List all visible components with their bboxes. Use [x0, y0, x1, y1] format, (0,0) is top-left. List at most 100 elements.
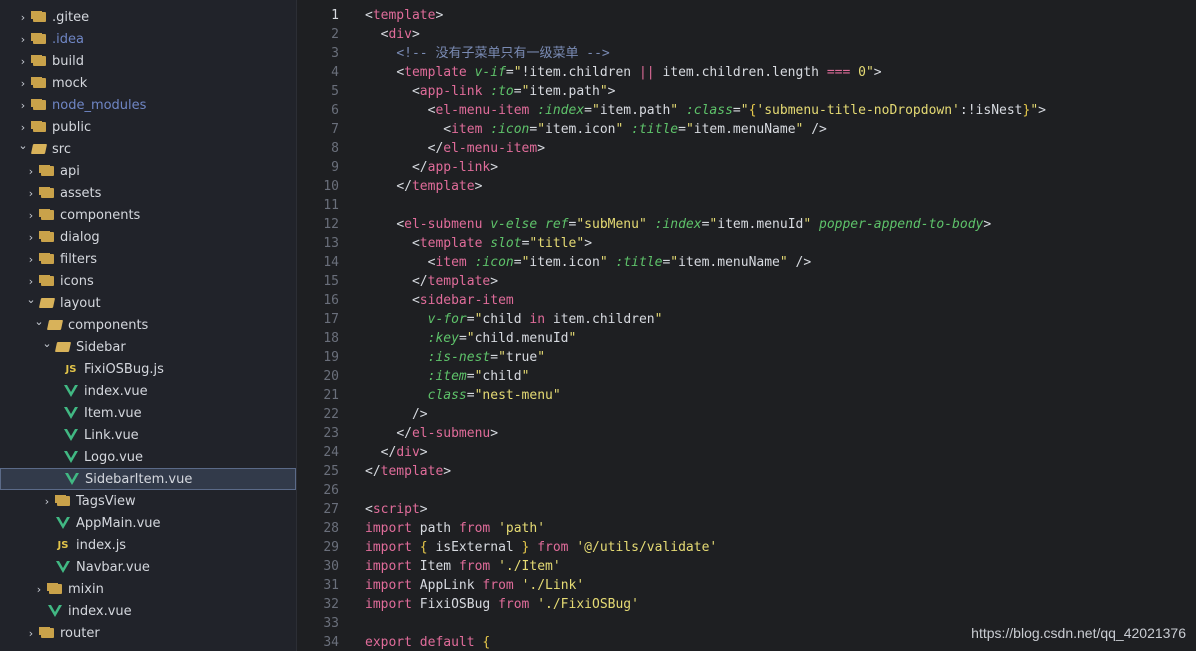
tree-file[interactable]: Link.vue — [0, 424, 296, 446]
tree-file[interactable]: AppMain.vue — [0, 512, 296, 534]
code-line[interactable]: 22 /> — [297, 405, 1196, 424]
code-line[interactable]: 18 :key="child.menuId" — [297, 329, 1196, 348]
code-line[interactable]: 14 <item :icon="item.icon" :title="item.… — [297, 253, 1196, 272]
chevron-down-icon[interactable]: ⌄ — [32, 315, 46, 328]
code-line[interactable]: 20 :item="child" — [297, 367, 1196, 386]
tree-folder[interactable]: ⌄ components — [0, 314, 296, 336]
code-token: /> — [411, 407, 428, 422]
code-line[interactable]: 7 <item :icon="item.icon" :title="item.m… — [297, 120, 1196, 139]
code-token: import — [365, 559, 412, 574]
tree-folder[interactable]: › components — [0, 204, 296, 226]
code-line[interactable]: 3 <!-- 没有子菜单只有一级菜单 --> — [297, 44, 1196, 63]
code-line[interactable]: 24 </div> — [297, 443, 1196, 462]
code-editor[interactable]: 1 <template> 2 <div> 3 <!-- 没有子菜单只有一级菜单 -->… — [297, 0, 1196, 651]
code-line[interactable]: 21 class="nest-menu" — [297, 386, 1196, 405]
chevron-right-icon[interactable]: › — [24, 187, 38, 200]
tree-folder[interactable]: › TagsView — [0, 490, 296, 512]
code-line[interactable]: 23 </el-submenu> — [297, 424, 1196, 443]
line-number: 6 — [331, 103, 339, 118]
chevron-right-icon[interactable]: › — [16, 99, 30, 112]
code-line[interactable]: 29 import { isExternal } from '@/utils/va… — [297, 538, 1196, 557]
tree-file[interactable]: index.vue — [0, 380, 296, 402]
tree-folder[interactable]: › api — [0, 160, 296, 182]
code-line[interactable]: 11 — [297, 196, 1196, 215]
code-line[interactable]: 13 <template slot="title"> — [297, 234, 1196, 253]
code-line[interactable]: 31 import AppLink from './Link' — [297, 576, 1196, 595]
line-number: 14 — [323, 255, 339, 270]
code-token: > — [435, 8, 444, 23]
tree-folder[interactable]: › mock — [0, 72, 296, 94]
chevron-right-icon[interactable]: › — [16, 77, 30, 90]
chevron-down-icon[interactable]: ⌄ — [16, 139, 30, 152]
code-line[interactable]: 1 <template> — [297, 6, 1196, 25]
chevron-right-icon[interactable]: › — [16, 55, 30, 68]
tree-folder[interactable]: › .idea — [0, 28, 296, 50]
code-line[interactable]: 6 <el-menu-item :index="item.path" :clas… — [297, 101, 1196, 120]
code-line[interactable]: 15 </template> — [297, 272, 1196, 291]
chevron-down-icon[interactable]: ⌄ — [40, 337, 54, 350]
code-line[interactable]: 28 import path from 'path' — [297, 519, 1196, 538]
tree-file[interactable]: Item.vue — [0, 402, 296, 424]
code-line[interactable]: 25 </template> — [297, 462, 1196, 481]
code-text: <item :icon="item.icon" :title="item.men… — [365, 120, 827, 139]
tree-folder[interactable]: › public — [0, 116, 296, 138]
code-line[interactable]: 32 import FixiOSBug from './FixiOSBug' — [297, 595, 1196, 614]
tree-folder[interactable]: › icons — [0, 270, 296, 292]
code-line[interactable]: 9 </app-link> — [297, 158, 1196, 177]
chevron-right-icon[interactable]: › — [24, 253, 38, 266]
code-line[interactable]: 17 v-for="child in item.children" — [297, 310, 1196, 329]
tree-file[interactable]: JS index.js — [0, 534, 296, 556]
tree-folder[interactable]: › router — [0, 622, 296, 644]
tree-folder[interactable]: ⌄ layout — [0, 292, 296, 314]
code-line[interactable]: 26 — [297, 481, 1196, 500]
tree-folder[interactable]: ⌄ Sidebar — [0, 336, 296, 358]
chevron-right-icon[interactable]: › — [16, 33, 30, 46]
tree-file[interactable]: JS FixiOSBug.js — [0, 358, 296, 380]
tree-file[interactable]: index.vue — [0, 600, 296, 622]
chevron-right-icon[interactable]: › — [16, 11, 30, 24]
code-line[interactable]: 19 :is-nest="true" — [297, 348, 1196, 367]
tree-file[interactable]: Navbar.vue — [0, 556, 296, 578]
tree-folder[interactable]: › mixin — [0, 578, 296, 600]
chevron-right-icon[interactable]: › — [24, 275, 38, 288]
chevron-right-icon[interactable]: › — [24, 165, 38, 178]
code-line[interactable]: 10 </template> — [297, 177, 1196, 196]
code-token: " — [615, 122, 632, 137]
chevron-right-icon[interactable]: › — [32, 583, 46, 596]
tree-folder[interactable]: › node_modules — [0, 94, 296, 116]
tree-folder[interactable]: ⌄ src — [0, 138, 296, 160]
code-line[interactable]: 8 </el-menu-item> — [297, 139, 1196, 158]
code-line[interactable]: 27 <script> — [297, 500, 1196, 519]
code-token: > — [419, 502, 428, 517]
tree-item-label: Logo.vue — [84, 449, 144, 465]
code-line[interactable]: 5 <app-link :to="item.path"> — [297, 82, 1196, 101]
code-line[interactable]: 30 import Item from './Item' — [297, 557, 1196, 576]
tree-folder[interactable]: › filters — [0, 248, 296, 270]
chevron-right-icon[interactable]: › — [16, 121, 30, 134]
code-token: script — [372, 502, 420, 517]
tree-folder[interactable]: › build — [0, 50, 296, 72]
tree-file[interactable]: SidebarItem.vue — [0, 468, 296, 490]
code-token: :class — [685, 103, 733, 118]
tree-folder[interactable]: › dialog — [0, 226, 296, 248]
chevron-right-icon[interactable]: › — [24, 627, 38, 640]
tree-folder[interactable]: › assets — [0, 182, 296, 204]
code-line[interactable]: 2 <div> — [297, 25, 1196, 44]
code-token: './FixiOSBug' — [537, 597, 639, 612]
folder-open-icon — [30, 141, 48, 157]
code-token: < — [411, 236, 420, 251]
chevron-down-icon[interactable]: ⌄ — [24, 293, 38, 306]
chevron-right-icon[interactable]: › — [24, 209, 38, 222]
javascript-file-icon: JS — [57, 539, 69, 551]
tree-folder[interactable]: › .gitee — [0, 6, 296, 28]
chevron-right-icon[interactable]: › — [24, 231, 38, 244]
code-line[interactable]: 4 <template v-if="!item.children || item… — [297, 63, 1196, 82]
line-number: 2 — [331, 27, 339, 42]
code-text: import path from 'path' — [365, 519, 545, 538]
chevron-right-icon[interactable]: › — [40, 495, 54, 508]
code-line[interactable]: 12 <el-submenu v-else ref="subMenu" :ind… — [297, 215, 1196, 234]
code-line[interactable]: 16 <sidebar-item — [297, 291, 1196, 310]
tree-file[interactable]: Logo.vue — [0, 446, 296, 468]
